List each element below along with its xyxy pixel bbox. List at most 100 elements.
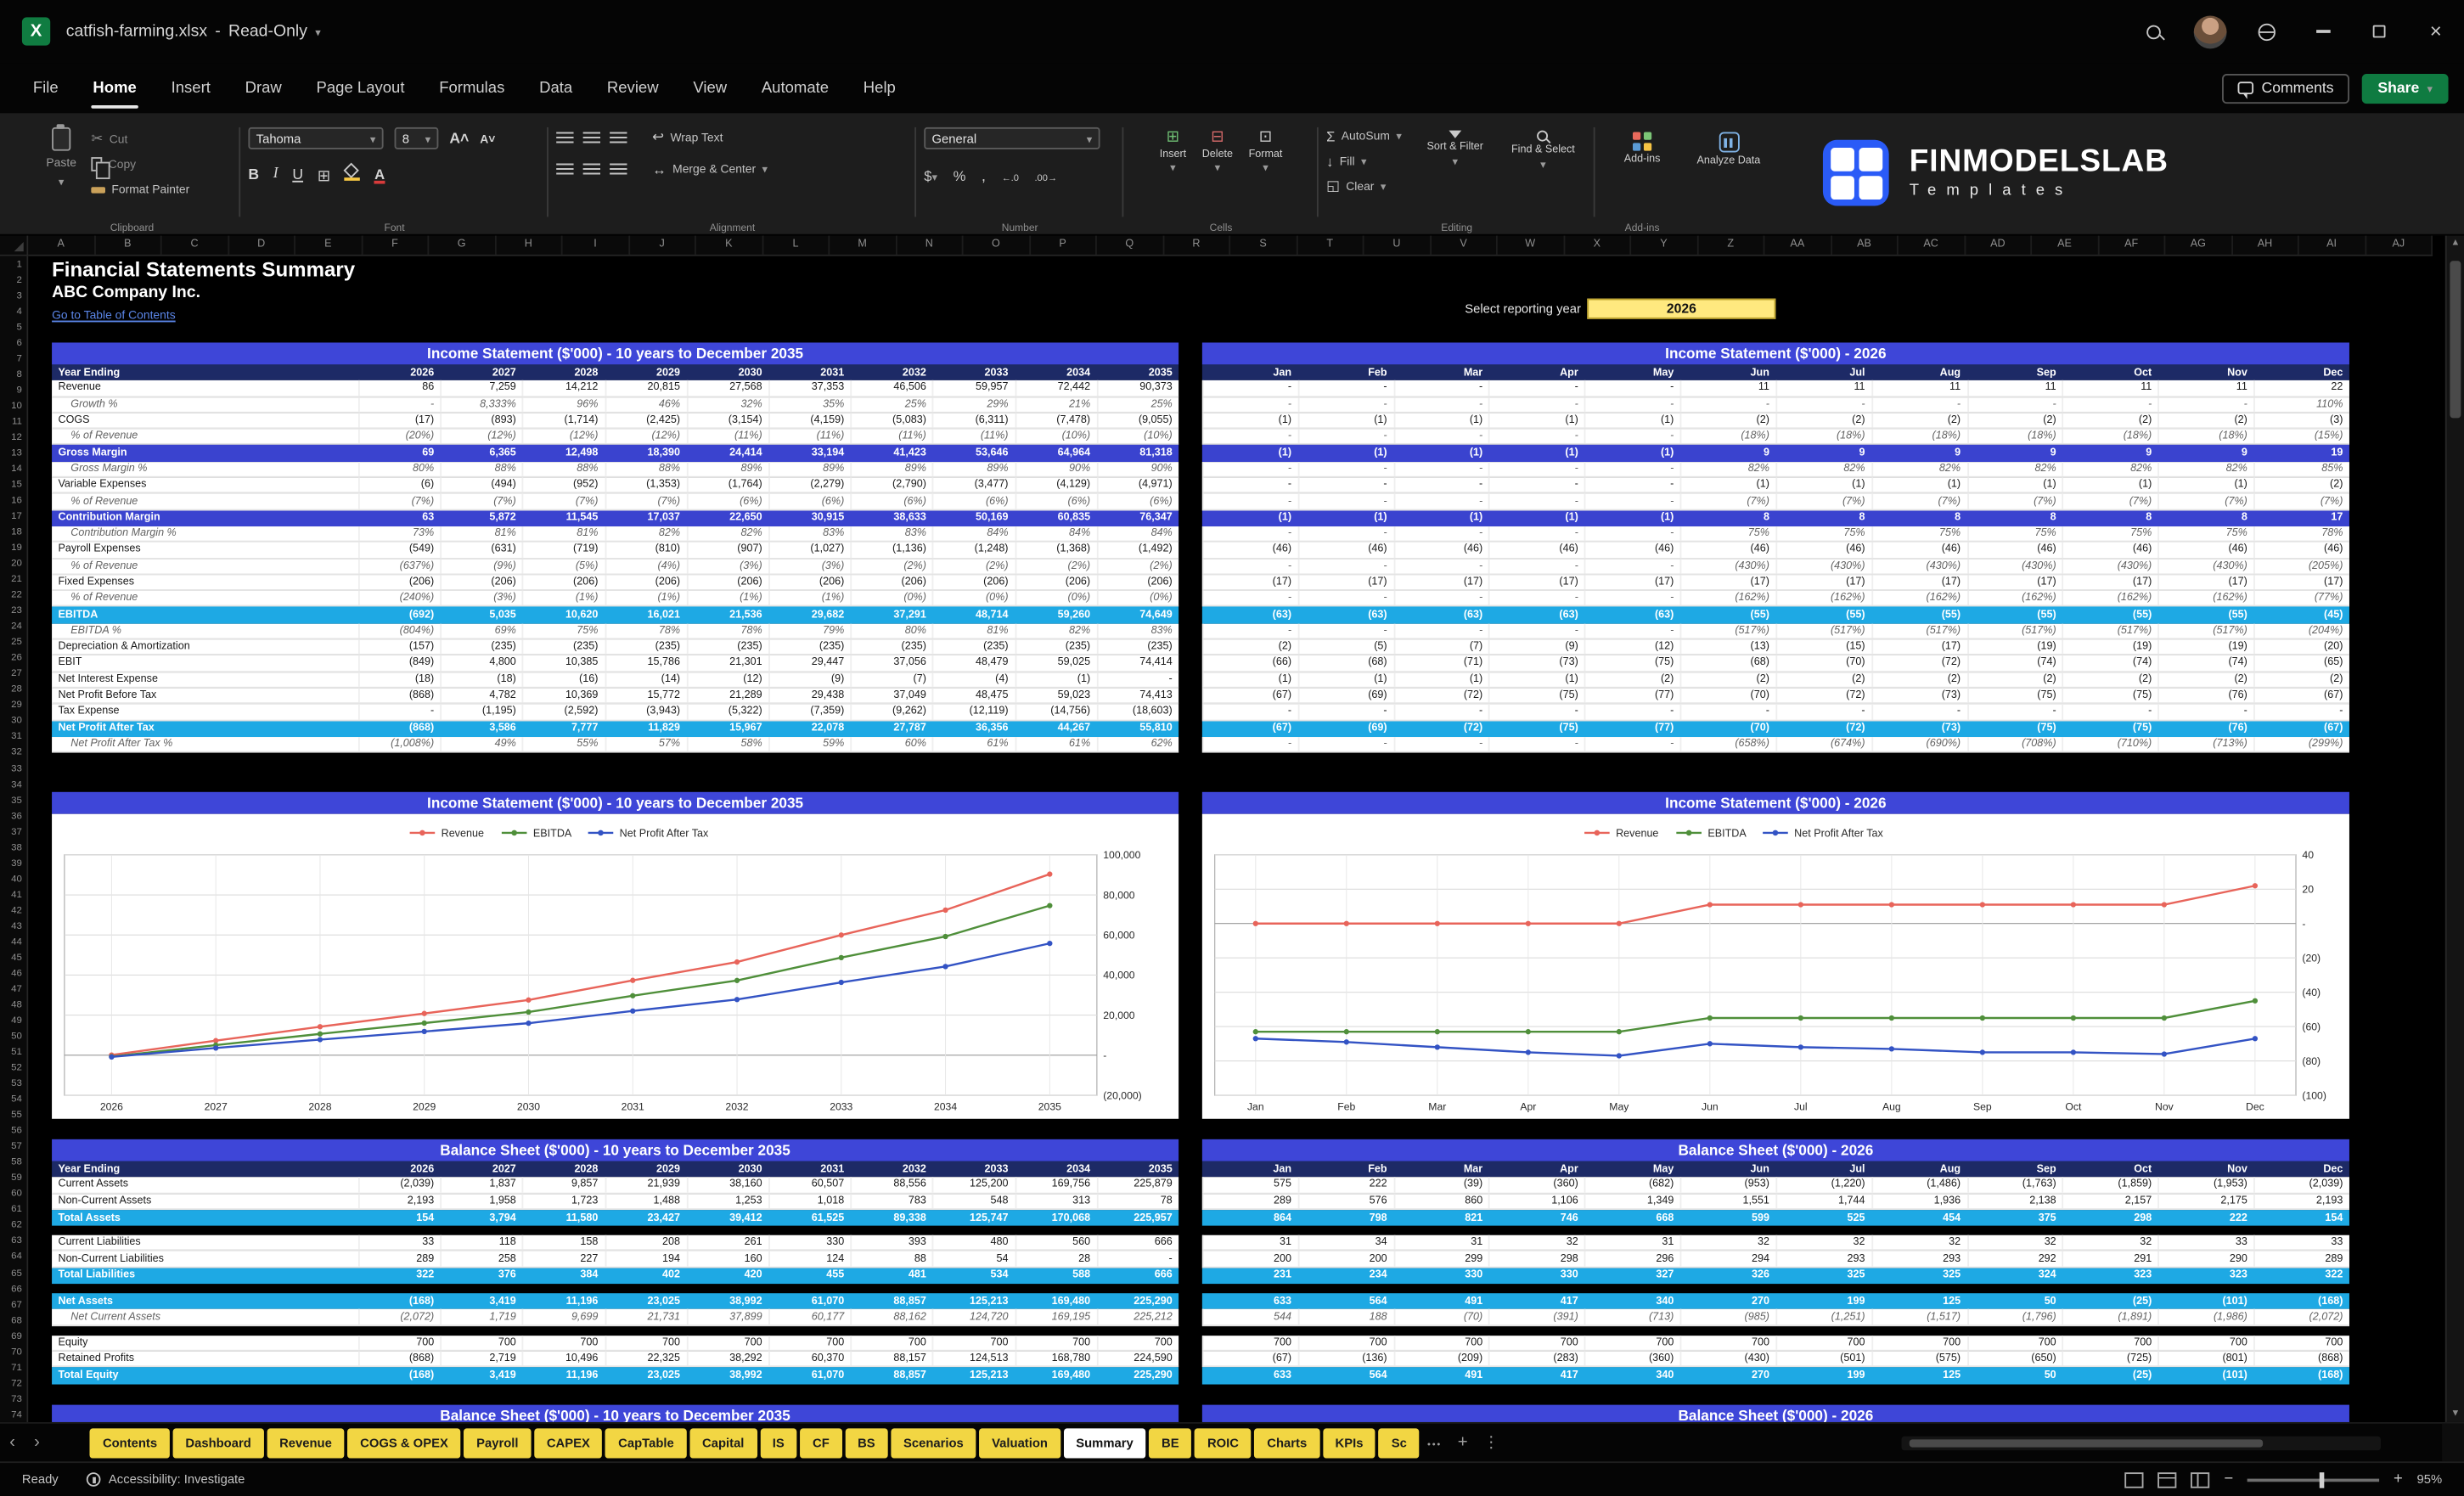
cell[interactable]: (46)	[1584, 543, 1680, 557]
cell[interactable]: (2%)	[932, 559, 1015, 573]
cell[interactable]: 22,078	[768, 721, 851, 737]
copy-button[interactable]: Copy	[91, 154, 189, 174]
column-header-d[interactable]: D	[228, 236, 295, 255]
cell[interactable]: 60%	[851, 737, 933, 751]
row-header-26[interactable]: 26	[0, 650, 26, 666]
cell[interactable]: (868)	[358, 689, 441, 703]
cell[interactable]: 700	[1297, 1336, 1393, 1350]
cell[interactable]: 3,586	[441, 721, 523, 737]
cell[interactable]: 10,496	[522, 1352, 605, 1366]
row-header-48[interactable]: 48	[0, 997, 26, 1013]
cell[interactable]: Growth %	[52, 397, 358, 412]
insert-cells-button[interactable]: Insert	[1160, 132, 1186, 175]
cell[interactable]: 700	[851, 1336, 933, 1350]
cell[interactable]: (72)	[1393, 721, 1489, 737]
cell[interactable]: 821	[1393, 1210, 1489, 1226]
cell[interactable]: Non-Current Liabilities	[52, 1251, 358, 1266]
cell[interactable]: (68)	[1680, 655, 1776, 670]
cell[interactable]: 48,479	[932, 655, 1015, 670]
cell[interactable]: 11	[1775, 380, 1871, 395]
cell[interactable]: 38,992	[686, 1368, 768, 1384]
cell[interactable]: 560	[1015, 1235, 1097, 1250]
cell[interactable]: 41,423	[851, 446, 933, 462]
cell[interactable]: 2032	[851, 1161, 933, 1178]
cell[interactable]: 82%	[2062, 462, 2158, 476]
cell[interactable]: (235)	[686, 639, 768, 654]
row-header-69[interactable]: 69	[0, 1328, 26, 1344]
cell[interactable]: 700	[1775, 1336, 1871, 1350]
cell[interactable]: Total Equity	[52, 1368, 358, 1384]
cell[interactable]: 10,385	[522, 655, 605, 670]
cell[interactable]: 90%	[1097, 462, 1179, 476]
cell[interactable]: Net Current Assets	[52, 1309, 358, 1324]
row-header-31[interactable]: 31	[0, 729, 26, 745]
cell[interactable]: 700	[1489, 1336, 1585, 1350]
cell[interactable]: 62%	[1097, 737, 1179, 751]
cell[interactable]: 199	[1775, 1368, 1871, 1384]
cell[interactable]: (157)	[358, 639, 441, 654]
cell[interactable]: -	[1297, 705, 1393, 719]
cell[interactable]: 188	[1297, 1309, 1393, 1324]
cell[interactable]: 74,414	[1097, 655, 1179, 670]
cell[interactable]: 575	[1202, 1178, 1298, 1192]
cell[interactable]: (1,764)	[686, 478, 768, 492]
cell[interactable]: (25)	[2062, 1368, 2158, 1384]
cell[interactable]: (690%)	[1871, 737, 1967, 751]
cell[interactable]: (17)	[358, 413, 441, 428]
cell[interactable]: 32	[2062, 1235, 2158, 1250]
cell[interactable]: -	[1489, 430, 1585, 444]
cell[interactable]: (19)	[1967, 639, 2063, 654]
cell[interactable]: (11%)	[851, 430, 933, 444]
cell[interactable]: 326	[1680, 1268, 1776, 1284]
cell[interactable]: (2)	[1202, 639, 1298, 654]
row-header-53[interactable]: 53	[0, 1076, 26, 1092]
cell[interactable]: (204%)	[2253, 623, 2349, 638]
menu-item-automate[interactable]: Automate	[744, 63, 846, 113]
cell[interactable]: 80%	[851, 623, 933, 638]
cell[interactable]: (63)	[1489, 607, 1585, 623]
cell[interactable]: 28	[1015, 1251, 1097, 1266]
cell[interactable]: 90%	[1015, 462, 1097, 476]
cell[interactable]: (6%)	[851, 494, 933, 509]
cell[interactable]: (2)	[1775, 413, 1871, 428]
zoom-slider-thumb[interactable]	[2320, 1471, 2325, 1488]
cell[interactable]: (18)	[441, 672, 523, 686]
cell[interactable]: (63)	[1584, 607, 1680, 623]
cell[interactable]: 700	[2062, 1336, 2158, 1350]
cell[interactable]: (1,763)	[1967, 1178, 2063, 1192]
cell[interactable]: (7%)	[1967, 494, 2063, 509]
decrease-decimal-button[interactable]	[1002, 160, 1019, 188]
cell[interactable]: EBIT	[52, 655, 358, 670]
row-header-10[interactable]: 10	[0, 398, 26, 414]
cell[interactable]: (1)	[1297, 413, 1393, 428]
cell[interactable]: 46%	[605, 397, 687, 412]
cell[interactable]: 491	[1393, 1368, 1489, 1384]
column-header-s[interactable]: S	[1230, 236, 1297, 255]
cell[interactable]: (168)	[2253, 1368, 2349, 1384]
cell[interactable]: -	[1584, 478, 1680, 492]
cell[interactable]: 299	[1393, 1251, 1489, 1266]
cell[interactable]: Apr	[1489, 1161, 1585, 1178]
cell[interactable]: -	[1202, 526, 1298, 541]
cell[interactable]: (2,039)	[2253, 1178, 2349, 1192]
cell[interactable]: -	[1202, 737, 1298, 751]
cell[interactable]: 59,260	[1015, 607, 1097, 623]
row-header-68[interactable]: 68	[0, 1313, 26, 1329]
cell[interactable]: (13)	[1680, 639, 1776, 654]
cell[interactable]: (235)	[522, 639, 605, 654]
sheet-tab-be[interactable]: BE	[1149, 1427, 1191, 1457]
cell[interactable]: 291	[2062, 1251, 2158, 1266]
cell[interactable]: (391)	[1489, 1309, 1585, 1324]
cell[interactable]: -	[1489, 397, 1585, 412]
cell[interactable]: (46)	[1967, 543, 2063, 557]
row-header-16[interactable]: 16	[0, 492, 26, 509]
cell[interactable]: (1,136)	[851, 543, 933, 557]
row-header-70[interactable]: 70	[0, 1344, 26, 1360]
cell[interactable]: 289	[1202, 1194, 1298, 1208]
cell[interactable]: (1,353)	[605, 478, 687, 492]
cell[interactable]: 34	[1297, 1235, 1393, 1250]
cell[interactable]: 38,992	[686, 1293, 768, 1309]
cell[interactable]: (1)	[1489, 413, 1585, 428]
cell[interactable]: 525	[1775, 1210, 1871, 1226]
cell[interactable]: (10%)	[1015, 430, 1097, 444]
